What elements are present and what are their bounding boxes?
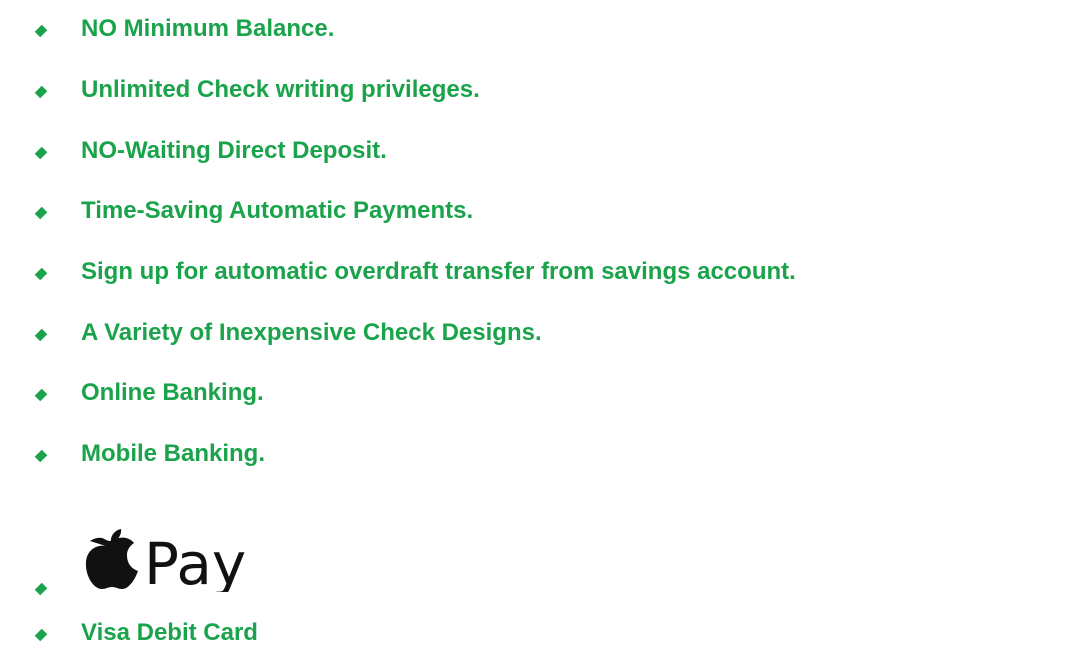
feature-label: Time-Saving Automatic Payments. xyxy=(81,197,474,224)
apple-icon: Pay xyxy=(85,529,246,598)
feature-label: A Variety of Inexpensive Check Designs. xyxy=(81,319,542,346)
feature-label: Unlimited Check writing privileges. xyxy=(81,76,480,103)
diamond-bullet-icon xyxy=(34,267,48,281)
feature-label: Mobile Banking. xyxy=(81,440,266,467)
diamond-bullet-icon xyxy=(34,206,48,220)
diamond-bullet-icon xyxy=(34,24,48,38)
apple-pay-logo: Pay xyxy=(82,528,278,598)
feature-label: NO Minimum Balance. xyxy=(81,15,335,42)
feature-item: Online Banking. xyxy=(0,378,1085,418)
diamond-bullet-icon xyxy=(34,449,48,463)
feature-item: NO-Waiting Direct Deposit. xyxy=(0,136,1085,176)
feature-label: Online Banking. xyxy=(81,379,264,406)
feature-item: Time-Saving Automatic Payments. xyxy=(0,196,1085,236)
feature-item: Unlimited Check writing privileges. xyxy=(0,75,1085,115)
feature-item: A Variety of Inexpensive Check Designs. xyxy=(0,318,1085,358)
diamond-bullet-icon xyxy=(34,146,48,160)
feature-item: Sign up for automatic overdraft transfer… xyxy=(0,257,1085,297)
apple-pay-text: Pay xyxy=(144,530,246,592)
diamond-bullet-icon xyxy=(34,628,48,642)
feature-label: NO-Waiting Direct Deposit. xyxy=(81,137,387,164)
feature-item: Visa Debit Card xyxy=(0,618,1085,658)
diamond-bullet-icon xyxy=(34,85,48,99)
diamond-bullet-icon xyxy=(34,328,48,342)
feature-label: Sign up for automatic overdraft transfer… xyxy=(81,258,796,285)
feature-item: Mobile Banking. xyxy=(0,439,1085,479)
feature-item: NO Minimum Balance. xyxy=(0,14,1085,54)
feature-label: Visa Debit Card xyxy=(81,619,258,646)
diamond-bullet-icon xyxy=(34,388,48,402)
diamond-bullet-icon xyxy=(34,582,48,596)
